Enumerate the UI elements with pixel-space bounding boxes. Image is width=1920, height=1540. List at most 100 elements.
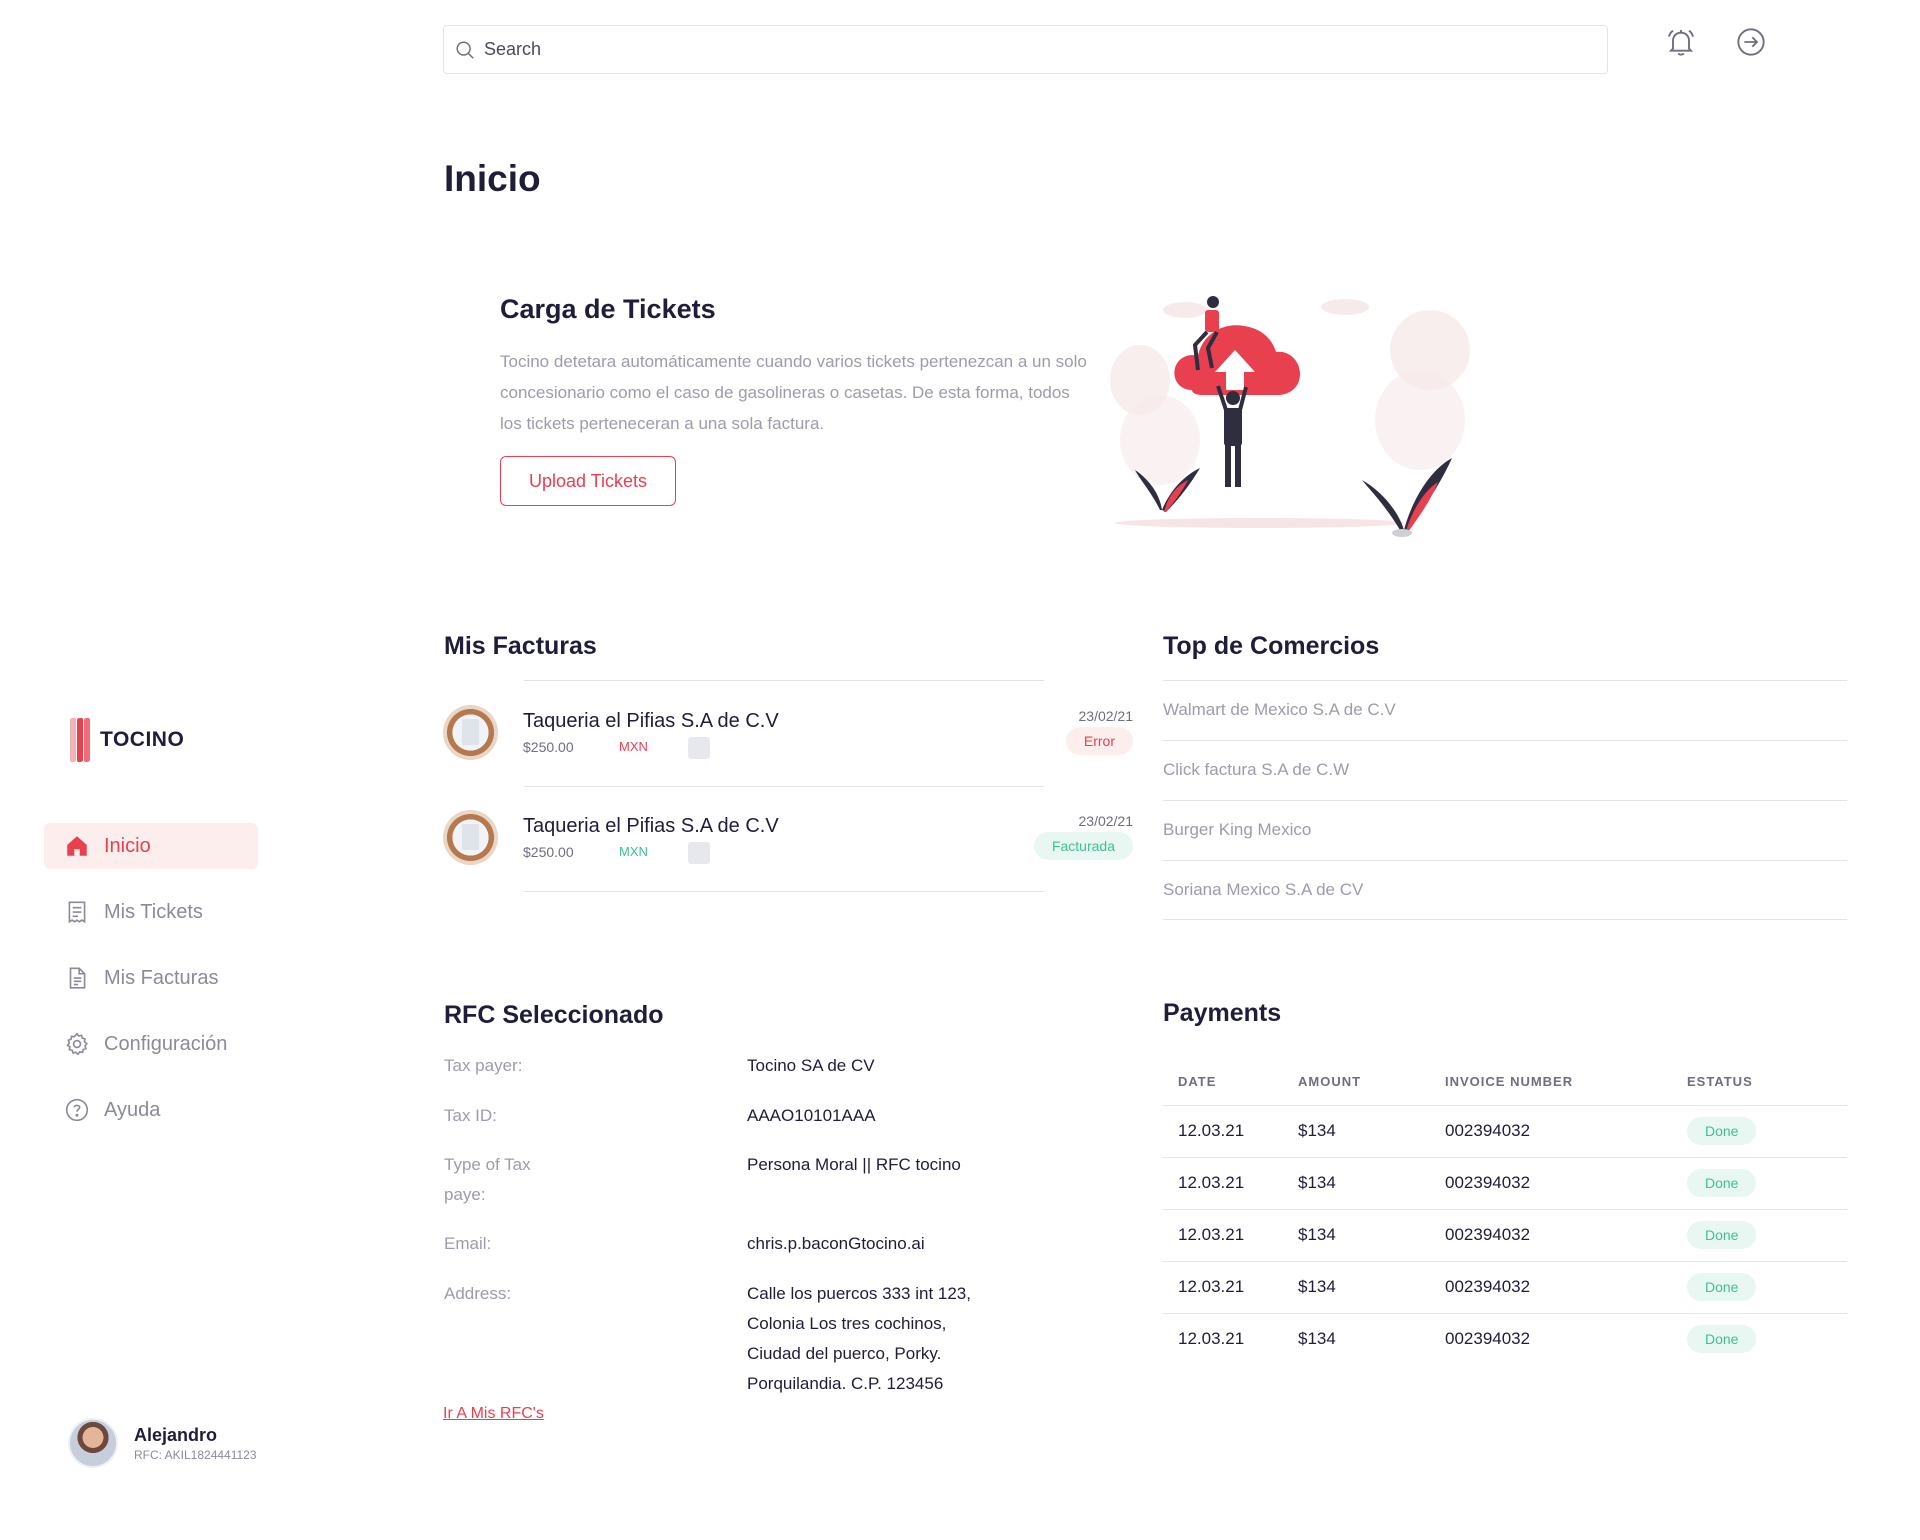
factura-currency: MXN: [619, 739, 648, 754]
factura-name: Taqueria el Pifias S.A de C.V: [523, 710, 779, 732]
receipt-thumbnail: [443, 705, 498, 760]
payment-amount: $134: [1298, 1157, 1445, 1210]
user-profile[interactable]: Alejandro RFC: AKIL1824441123: [68, 1418, 257, 1468]
facturas-title: Mis Facturas: [444, 632, 597, 660]
factura-amount: $250.00: [523, 844, 574, 860]
help-icon: [64, 1097, 90, 1123]
status-badge: Done: [1687, 1169, 1757, 1197]
divider: [524, 680, 1044, 681]
factura-name: Taqueria el Pifias S.A de C.V: [523, 815, 779, 837]
payment-invoice: 002394032: [1445, 1209, 1687, 1262]
payment-date: 12.03.21: [1163, 1261, 1298, 1314]
table-row[interactable]: 12.03.21 $134 002394032 Done: [1163, 1209, 1847, 1262]
payment-status-cell: Done: [1687, 1313, 1847, 1365]
list-item[interactable]: Walmart de Mexico S.A de C.V: [1163, 680, 1847, 740]
payment-amount: $134: [1298, 1329, 1336, 1349]
status-badge: Done: [1687, 1325, 1757, 1354]
rfc-label: Tax ID:: [444, 1106, 497, 1125]
payment-date: 12.03.21: [1163, 1209, 1298, 1262]
status-badge: Done: [1687, 1273, 1757, 1301]
factura-date: 23/02/21: [1078, 813, 1134, 829]
sidebar-item-configuracion[interactable]: Configuración: [44, 1021, 258, 1067]
sidebar-item-label: Mis Tickets: [104, 900, 203, 923]
payment-amount: $134: [1298, 1261, 1445, 1314]
user-rfc: RFC: AKIL1824441123: [134, 1447, 257, 1462]
sidebar-nav: Inicio Mis Tickets Mis Facturas Configur…: [44, 823, 258, 1153]
promo-description: Tocino detetara automáticamente cuando v…: [500, 352, 1087, 433]
payments-table: DATE AMOUNT INVOICE NUMBER ESTATUS 12.03…: [1163, 1059, 1847, 1365]
payment-amount: $134: [1298, 1105, 1445, 1158]
table-row[interactable]: 12.03.21 $134 002394032 Done: [1163, 1157, 1847, 1210]
payment-invoice: 002394032: [1445, 1105, 1687, 1158]
payment-status-cell: Done: [1687, 1261, 1847, 1314]
list-item[interactable]: Click factura S.A de C.W: [1163, 740, 1847, 800]
payment-status-cell: Done: [1687, 1157, 1847, 1210]
factura-item[interactable]: Taqueria el Pifias S.A de C.V $250.00 MX…: [443, 787, 1133, 892]
rfc-label: Email:: [444, 1234, 492, 1253]
payments-title: Payments: [1163, 999, 1282, 1027]
search-input[interactable]: [484, 39, 1584, 60]
card-icon: [688, 842, 710, 864]
home-icon: [64, 833, 90, 859]
logo-mark-icon: [70, 717, 92, 763]
sidebar: TOCINO Inicio Mis Tickets Mis Facturas C…: [0, 0, 330, 1540]
bell-icon[interactable]: [1665, 26, 1697, 58]
payment-status-cell: Done: [1687, 1105, 1847, 1158]
card-icon: [688, 737, 710, 759]
rfc-value: Tocino SA de CV: [747, 1056, 875, 1075]
status-badge: Done: [1687, 1117, 1757, 1145]
sidebar-item-mis-facturas[interactable]: Mis Facturas: [44, 955, 258, 1001]
rfc-value: chris.p.baconGtocino.ai: [747, 1234, 925, 1253]
rfc-value: Calle los puercos 333 int 123, Colonia L…: [747, 1284, 971, 1393]
divider: [524, 891, 1044, 892]
status-badge: Error: [1065, 727, 1133, 755]
sidebar-item-mis-tickets[interactable]: Mis Tickets: [44, 889, 258, 935]
rfc-label: Type of Tax paye:: [444, 1155, 531, 1204]
payment-date: 12.03.21: [1163, 1157, 1298, 1210]
status-badge: Facturada: [1033, 832, 1133, 860]
factura-item[interactable]: Taqueria el Pifias S.A de C.V $250.00 MX…: [443, 682, 1133, 787]
sidebar-item-ayuda[interactable]: Ayuda: [44, 1087, 258, 1133]
search-bar: [443, 25, 1608, 74]
rfc-title: RFC Seleccionado: [444, 1001, 664, 1029]
status-badge: Done: [1687, 1221, 1757, 1249]
app-logo[interactable]: TOCINO: [70, 717, 185, 763]
payment-date: 12.03.21: [1163, 1105, 1298, 1158]
column-header[interactable]: AMOUNT: [1298, 1059, 1445, 1106]
list-item[interactable]: Soriana Mexico S.A de CV: [1163, 860, 1847, 920]
column-header[interactable]: ESTATUS: [1687, 1059, 1847, 1106]
payment-invoice: 002394032: [1445, 1329, 1531, 1349]
sidebar-item-inicio[interactable]: Inicio: [44, 823, 258, 869]
column-header[interactable]: INVOICE NUMBER: [1445, 1059, 1687, 1106]
logout-icon[interactable]: [1735, 26, 1767, 58]
factura-date: 23/02/21: [1078, 708, 1134, 724]
list-item[interactable]: Burger King Mexico: [1163, 800, 1847, 860]
avatar: [68, 1418, 118, 1468]
rfc-label: Tax payer:: [444, 1056, 523, 1075]
user-name: Alejandro: [134, 1424, 218, 1445]
comercios-title: Top de Comercios: [1163, 632, 1380, 660]
payment-date: 12.03.21: [1178, 1329, 1245, 1349]
receipt-thumbnail: [443, 810, 498, 865]
payment-invoice: 002394032: [1445, 1261, 1687, 1314]
gear-icon: [64, 1031, 90, 1057]
sidebar-item-label: Mis Facturas: [104, 966, 219, 989]
rfc-label: Address:: [444, 1284, 512, 1303]
sidebar-item-label: Configuración: [104, 1032, 228, 1055]
payment-amount: $134: [1298, 1209, 1445, 1262]
promo-title: Carga de Tickets: [500, 294, 716, 324]
payment-status-cell: Done: [1687, 1209, 1847, 1262]
table-row[interactable]: 12.03.21 $134 002394032 Done: [1163, 1105, 1847, 1158]
upload-tickets-button[interactable]: Upload Tickets: [500, 456, 676, 506]
logo-text: TOCINO: [100, 728, 185, 751]
rfc-value: AAAO10101AAA: [747, 1106, 876, 1125]
payment-invoice: 002394032: [1445, 1157, 1687, 1210]
table-row[interactable]: 12.03.21 $134 002394032 Done: [1163, 1261, 1847, 1314]
mis-rfcs-link[interactable]: Ir A Mis RFC's: [443, 1405, 544, 1423]
sidebar-item-label: Inicio: [104, 834, 151, 857]
table-row[interactable]: 12.03.21 $134 002394032 Done: [1163, 1313, 1847, 1365]
factura-amount: $250.00: [523, 739, 574, 755]
search-icon: [454, 39, 476, 61]
upload-cloud-illustration: [1110, 296, 1470, 537]
column-header[interactable]: DATE: [1163, 1059, 1298, 1106]
